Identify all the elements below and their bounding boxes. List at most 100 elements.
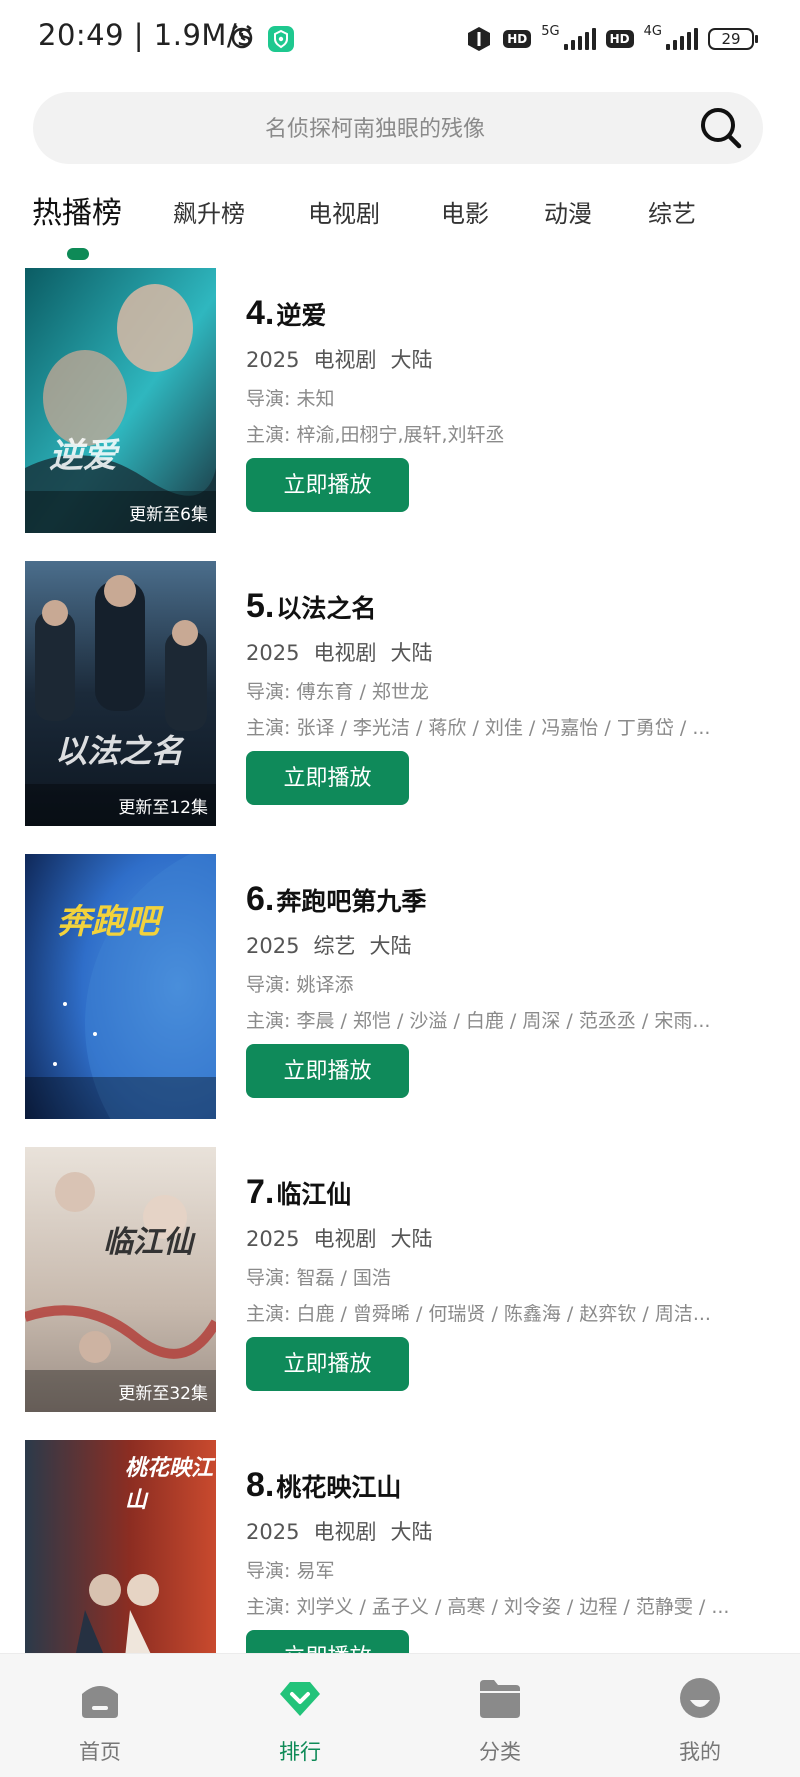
poster-title-art: 以法之名 xyxy=(55,732,184,770)
item-year: 2025 xyxy=(246,934,300,958)
item-meta: 2025 电视剧 大陆 xyxy=(246,1223,446,1253)
item-title-line: 6.奔跑吧第九季 xyxy=(246,880,426,919)
shield-icon xyxy=(268,26,294,52)
item-type: 电视剧 xyxy=(313,348,377,372)
play-button[interactable]: 立即播放 xyxy=(246,458,409,512)
play-button[interactable]: 立即播放 xyxy=(246,1337,409,1391)
poster-image[interactable]: 以法之名 更新至12集 xyxy=(25,561,216,826)
status-right: HD 5G HD 4G 29 xyxy=(465,22,758,56)
poster-image[interactable]: 桃花映江山 xyxy=(25,1440,216,1653)
item-title-line: 4.逆爱 xyxy=(246,294,326,333)
item-director: 导演: 姚译添 xyxy=(246,974,354,996)
bottom-nav: 首页 排行 分类 我的 xyxy=(0,1653,800,1777)
episode-badge: 更新至6集 xyxy=(129,505,208,525)
nav-label: 排行 xyxy=(279,1740,321,1764)
hd-badge: HD xyxy=(503,30,532,48)
list-item[interactable]: 奔跑吧 6.奔跑吧第九季 2025 综艺 大陆 导演: 姚译添 主演: 李晨 / 郑… xyxy=(0,854,800,1119)
battery-icon: 29 xyxy=(708,28,758,50)
signal-icon xyxy=(563,28,596,50)
item-region: 大陆 xyxy=(390,1227,433,1251)
ranking-list: 逆爱 更新至6集 4.逆爱 2025 电视剧 大陆 导演: 未知 主演: 梓渝,田栩… xyxy=(0,268,800,1653)
item-director: 导演: 智磊 / 国浩 xyxy=(246,1267,391,1289)
item-info: 7.临江仙 2025 电视剧 大陆 导演: 智磊 / 国浩 主演: 白鹿 / 曾舜晞… xyxy=(246,1147,776,1412)
play-button[interactable]: 立即播放 xyxy=(246,751,409,805)
item-info: 6.奔跑吧第九季 2025 综艺 大陆 导演: 姚译添 主演: 李晨 / 郑恺 / … xyxy=(246,854,776,1119)
poster-image[interactable]: 临江仙 更新至32集 xyxy=(25,1147,216,1412)
item-type: 电视剧 xyxy=(313,1227,377,1251)
rank-number: 6. xyxy=(246,880,275,918)
item-title[interactable]: 桃花映江山 xyxy=(276,1473,401,1502)
list-item[interactable]: 以法之名 更新至12集 5.以法之名 2025 电视剧 大陆 导演: 傅东育 / 郑… xyxy=(0,561,800,826)
item-title-line: 8.桃花映江山 xyxy=(246,1466,401,1505)
play-button[interactable]: 立即播放 xyxy=(246,1630,409,1653)
tab-tv[interactable]: 电视剧 xyxy=(308,194,380,229)
item-title[interactable]: 以法之名 xyxy=(276,594,376,623)
tab-rising[interactable]: 飙升榜 xyxy=(173,194,245,229)
nav-ranking[interactable]: 排行 xyxy=(200,1654,400,1777)
network-4g-label: 4G xyxy=(643,23,662,39)
item-title[interactable]: 逆爱 xyxy=(276,301,326,330)
item-cast: 主演: 李晨 / 郑恺 / 沙溢 / 白鹿 / 周深 / 范丞丞 / 宋雨... xyxy=(246,1010,711,1032)
list-item[interactable]: 临江仙 更新至32集 7.临江仙 2025 电视剧 大陆 导演: 智磊 / 国浩 主… xyxy=(0,1147,800,1412)
poster-image[interactable]: 逆爱 更新至6集 xyxy=(25,268,216,533)
nav-label: 分类 xyxy=(479,1740,521,1764)
category-tabs: 热播榜 飙升榜 电视剧 电影 动漫 综艺 xyxy=(0,186,800,266)
item-director: 导演: 未知 xyxy=(246,388,335,410)
nav-label: 首页 xyxy=(79,1740,121,1764)
episode-badge: 更新至32集 xyxy=(118,1384,208,1404)
network-5g-label: 5G xyxy=(541,23,560,39)
poster-overlay xyxy=(25,1077,216,1119)
home-icon xyxy=(82,1686,118,1718)
tab-movie[interactable]: 电影 xyxy=(441,194,489,229)
list-item[interactable]: 桃花映江山 8.桃花映江山 2025 电视剧 大陆 导演: 易军 主演: 刘学义 /… xyxy=(0,1440,800,1653)
status-bar: 20:49 | 1.9M/s HD 5G HD 4G 29 xyxy=(0,0,800,78)
item-year: 2025 xyxy=(246,1520,300,1544)
search-bar[interactable] xyxy=(33,92,763,166)
item-title[interactable]: 临江仙 xyxy=(276,1180,351,1209)
item-region: 大陆 xyxy=(390,1520,433,1544)
item-info: 4.逆爱 2025 电视剧 大陆 导演: 未知 主演: 梓渝,田栩宁,展轩,刘轩丞 … xyxy=(246,268,776,533)
poster-title-art: 桃花映江山 xyxy=(125,1455,214,1513)
item-region: 大陆 xyxy=(390,348,433,372)
rank-number: 7. xyxy=(246,1173,275,1211)
poster-title-art: 奔跑吧 xyxy=(57,902,159,942)
item-cast: 主演: 张译 / 李光洁 / 蒋欣 / 刘佳 / 冯嘉怡 / 丁勇岱 / ... xyxy=(246,717,711,739)
ranking-icon xyxy=(280,1682,320,1716)
nav-profile[interactable]: 我的 xyxy=(600,1654,800,1777)
vpn-icon xyxy=(468,27,491,51)
hd-badge-2: HD xyxy=(605,30,634,48)
nav-label: 我的 xyxy=(679,1740,721,1764)
item-region: 大陆 xyxy=(369,934,412,958)
item-cast: 主演: 梓渝,田栩宁,展轩,刘轩丞 xyxy=(246,424,505,446)
item-meta: 2025 综艺 大陆 xyxy=(246,930,425,960)
folder-icon xyxy=(480,1680,520,1718)
tab-indicator xyxy=(67,248,89,260)
search-icon[interactable] xyxy=(699,106,743,150)
item-year: 2025 xyxy=(246,1227,300,1251)
rank-number: 4. xyxy=(246,294,275,332)
tab-variety[interactable]: 综艺 xyxy=(648,194,696,229)
item-title-line: 7.临江仙 xyxy=(246,1173,351,1212)
item-title-line: 5.以法之名 xyxy=(246,587,376,626)
search-input[interactable] xyxy=(93,92,657,166)
tab-hot[interactable]: 热播榜 xyxy=(32,188,122,232)
poster-image[interactable]: 奔跑吧 xyxy=(25,854,216,1119)
poster-title-art: 临江仙 xyxy=(103,1225,193,1260)
rank-number: 5. xyxy=(246,587,275,625)
item-info: 8.桃花映江山 2025 电视剧 大陆 导演: 易军 主演: 刘学义 / 孟子义 /… xyxy=(246,1440,776,1653)
item-meta: 2025 电视剧 大陆 xyxy=(246,637,446,667)
poster-title-art: 逆爱 xyxy=(49,436,117,476)
tab-anime[interactable]: 动漫 xyxy=(544,194,592,229)
list-item[interactable]: 逆爱 更新至6集 4.逆爱 2025 电视剧 大陆 导演: 未知 主演: 梓渝,田栩… xyxy=(0,268,800,533)
nav-home[interactable]: 首页 xyxy=(0,1654,200,1777)
nav-category[interactable]: 分类 xyxy=(400,1654,600,1777)
item-title[interactable]: 奔跑吧第九季 xyxy=(276,887,426,916)
item-cast: 主演: 刘学义 / 孟子义 / 高寒 / 刘令姿 / 边程 / 范静雯 / ..… xyxy=(246,1596,730,1618)
item-type: 电视剧 xyxy=(313,1520,377,1544)
item-cast: 主演: 白鹿 / 曾舜晞 / 何瑞贤 / 陈鑫海 / 赵弈钦 / 周洁... xyxy=(246,1303,711,1325)
battery-level: 29 xyxy=(721,30,741,48)
item-type: 电视剧 xyxy=(313,641,377,665)
play-button[interactable]: 立即播放 xyxy=(246,1044,409,1098)
rank-number: 8. xyxy=(246,1466,275,1504)
item-meta: 2025 电视剧 大陆 xyxy=(246,344,446,374)
